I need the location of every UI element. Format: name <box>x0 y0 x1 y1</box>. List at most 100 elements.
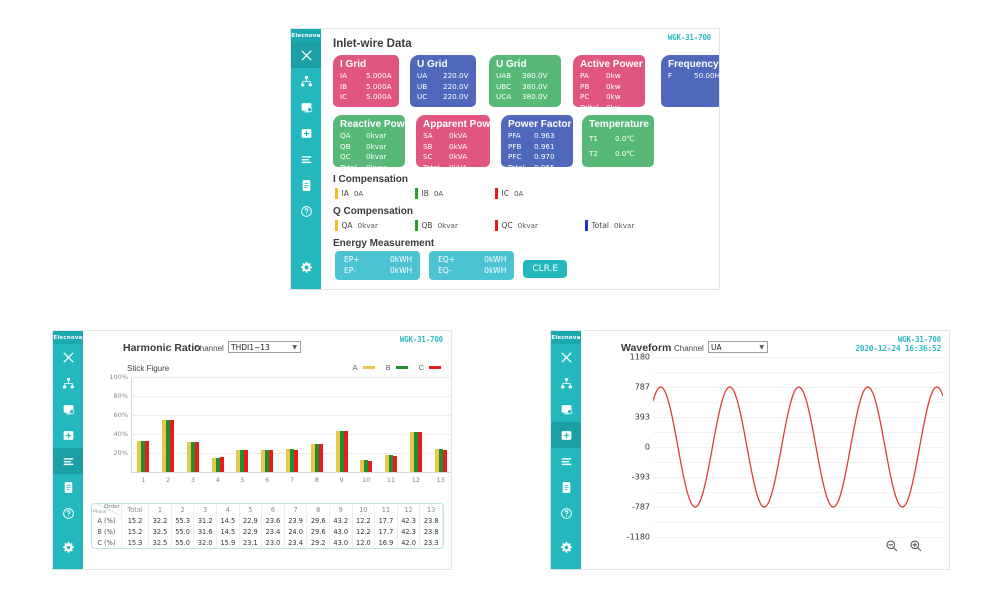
row-phase-label: B (%) <box>92 526 122 537</box>
sidebar-item-report[interactable] <box>551 474 581 500</box>
x-axis-tick: 8 <box>314 476 319 484</box>
table-cell: 12.2 <box>352 526 376 537</box>
sidebar-item-report[interactable] <box>53 474 83 500</box>
table-cell: 23.6 <box>261 515 285 526</box>
sidebar-item-report[interactable] <box>291 172 321 198</box>
color-mark <box>415 188 418 199</box>
table-column-header: 5 <box>239 504 263 515</box>
x-axis-tick: 2 <box>166 476 171 484</box>
sidebar-item-network[interactable] <box>53 370 83 396</box>
i-comp-key: IA <box>341 189 349 198</box>
table-cell: 14.5 <box>216 515 240 526</box>
page-title: Harmonic Ratio <box>123 342 201 354</box>
card-title: Reactive Power <box>340 119 405 130</box>
screen: Elecnova WGK-31-700 Inlet-wire Data I Gr… <box>0 0 1000 602</box>
row-key: Toltal <box>580 102 599 108</box>
card-row: T1 0.0℃ <box>589 131 654 146</box>
row-value: 380.0V <box>522 81 548 91</box>
sidebar-item-add[interactable] <box>53 422 83 448</box>
row-value: 0kVA <box>449 162 468 168</box>
sidebar-item-monitor[interactable] <box>53 396 83 422</box>
sidebar-item-list[interactable] <box>551 448 581 474</box>
sidebar-item-add[interactable] <box>551 422 581 448</box>
q-comp-item-total: Total 0kvar <box>585 220 634 231</box>
bar <box>368 460 373 472</box>
row-key: F <box>668 71 673 80</box>
card-u-grid-phase: U Grid UA 220.0V UB 220.0V UC 220.0V <box>410 55 476 107</box>
y-axis-tick: 393 <box>634 412 650 422</box>
sidebar-item-monitor[interactable] <box>551 396 581 422</box>
bar <box>442 449 447 472</box>
sidebar-item-list[interactable] <box>291 146 321 172</box>
y-axis-tick: 787 <box>634 382 650 392</box>
table-column-header: 10 <box>352 504 376 515</box>
card-row: IA 5.000A <box>340 71 399 82</box>
card-title: Temperature <box>589 119 649 130</box>
table-column-header: 13 <box>419 504 443 515</box>
energy-value: 0kWH <box>390 266 413 275</box>
table-column-header: Total <box>121 504 150 515</box>
table-cell: 23.8 <box>419 515 443 526</box>
row-value: 0kVA <box>449 152 468 161</box>
sidebar-item-help[interactable] <box>551 500 581 526</box>
brand-logo: Elecnova <box>291 29 321 42</box>
row-key: UC <box>417 92 428 101</box>
row-key: UB <box>417 81 428 91</box>
energy-line: EQ+ 0kWH <box>438 254 506 265</box>
sidebar-item-tools[interactable] <box>53 344 83 370</box>
sidebar-item-tools[interactable] <box>291 42 321 68</box>
i-compensation-row: IA 0A IB 0A IC 0A <box>335 188 575 199</box>
grid-line-minor <box>653 537 943 538</box>
color-mark <box>495 220 498 231</box>
x-axis-tick: 6 <box>265 476 270 484</box>
table-column-header: 3 <box>193 504 217 515</box>
table-body: A (%) 15.2 32.2 55.3 31.2 14.5 22.9 23.6 23.9 29.… <box>92 515 443 548</box>
sidebar-item-list[interactable] <box>53 448 83 474</box>
waveform-window: Elecnova WGK-31-700 2020-12-24 16:36:52 … <box>550 330 950 570</box>
table-cell: 29.6 <box>306 515 330 526</box>
card-title: Frequency <box>668 59 719 70</box>
chart-legend: A B C <box>342 363 441 372</box>
bar-group <box>310 443 323 472</box>
channel-select[interactable]: UA ▼ <box>708 341 768 353</box>
row-key: UAB <box>496 71 512 80</box>
card-row: PC 0kw <box>580 92 645 103</box>
card-power-factor: Power Factor PFA 0.963 PFB 0.961 PFC 0.970 … <box>501 115 573 167</box>
card-row: UB 220.0V <box>417 82 476 93</box>
table-cell: 43.0 <box>329 526 353 537</box>
color-mark <box>585 220 588 231</box>
sidebar-item-help[interactable] <box>291 198 321 224</box>
sidebar-item-help[interactable] <box>53 500 83 526</box>
channel-select[interactable]: THDI1~13 ▼ <box>228 341 301 353</box>
row-key: Total <box>508 162 525 168</box>
clear-energy-button[interactable]: CLR.E <box>523 260 568 278</box>
table-cell: 23.3 <box>419 537 443 548</box>
zoom-out-icon[interactable] <box>885 539 899 553</box>
row-value: 0kw <box>606 92 621 101</box>
card-row: IB 5.000A <box>340 82 399 93</box>
table-cell: 24.0 <box>284 526 308 537</box>
table-row: B (%) 15.2 32.5 55.0 31.6 14.5 22.9 23.4 24.0 29.… <box>92 526 443 537</box>
energy-key: EP- <box>344 266 356 275</box>
bar <box>194 441 199 472</box>
table-column-header: 4 <box>216 504 240 515</box>
sidebar-item-network[interactable] <box>551 370 581 396</box>
x-axis-tick: 1 <box>141 476 146 484</box>
waveform-curve <box>653 386 943 508</box>
sidebar-item-network[interactable] <box>291 68 321 94</box>
energy-measurement-heading: Energy Measurement <box>333 238 435 249</box>
gear-icon[interactable] <box>551 534 581 560</box>
sidebar-item-monitor[interactable] <box>291 94 321 120</box>
sidebar-item-add[interactable] <box>291 120 321 146</box>
bar <box>393 455 398 472</box>
gear-icon[interactable] <box>53 534 83 560</box>
sidebar-item-tools[interactable] <box>551 344 581 370</box>
y-axis-tick: 40% <box>113 430 128 438</box>
table-cell: 12.0 <box>352 537 376 548</box>
x-axis-tick: 10 <box>362 476 371 484</box>
table-column-header: 9 <box>329 504 353 515</box>
card-apparent-power: Apparent Power SA 0kVA SB 0kVA SC 0kVA Tota… <box>416 115 490 167</box>
zoom-in-icon[interactable] <box>909 539 923 553</box>
y-axis-tick: 1180 <box>629 352 650 362</box>
gear-icon[interactable] <box>291 254 321 280</box>
